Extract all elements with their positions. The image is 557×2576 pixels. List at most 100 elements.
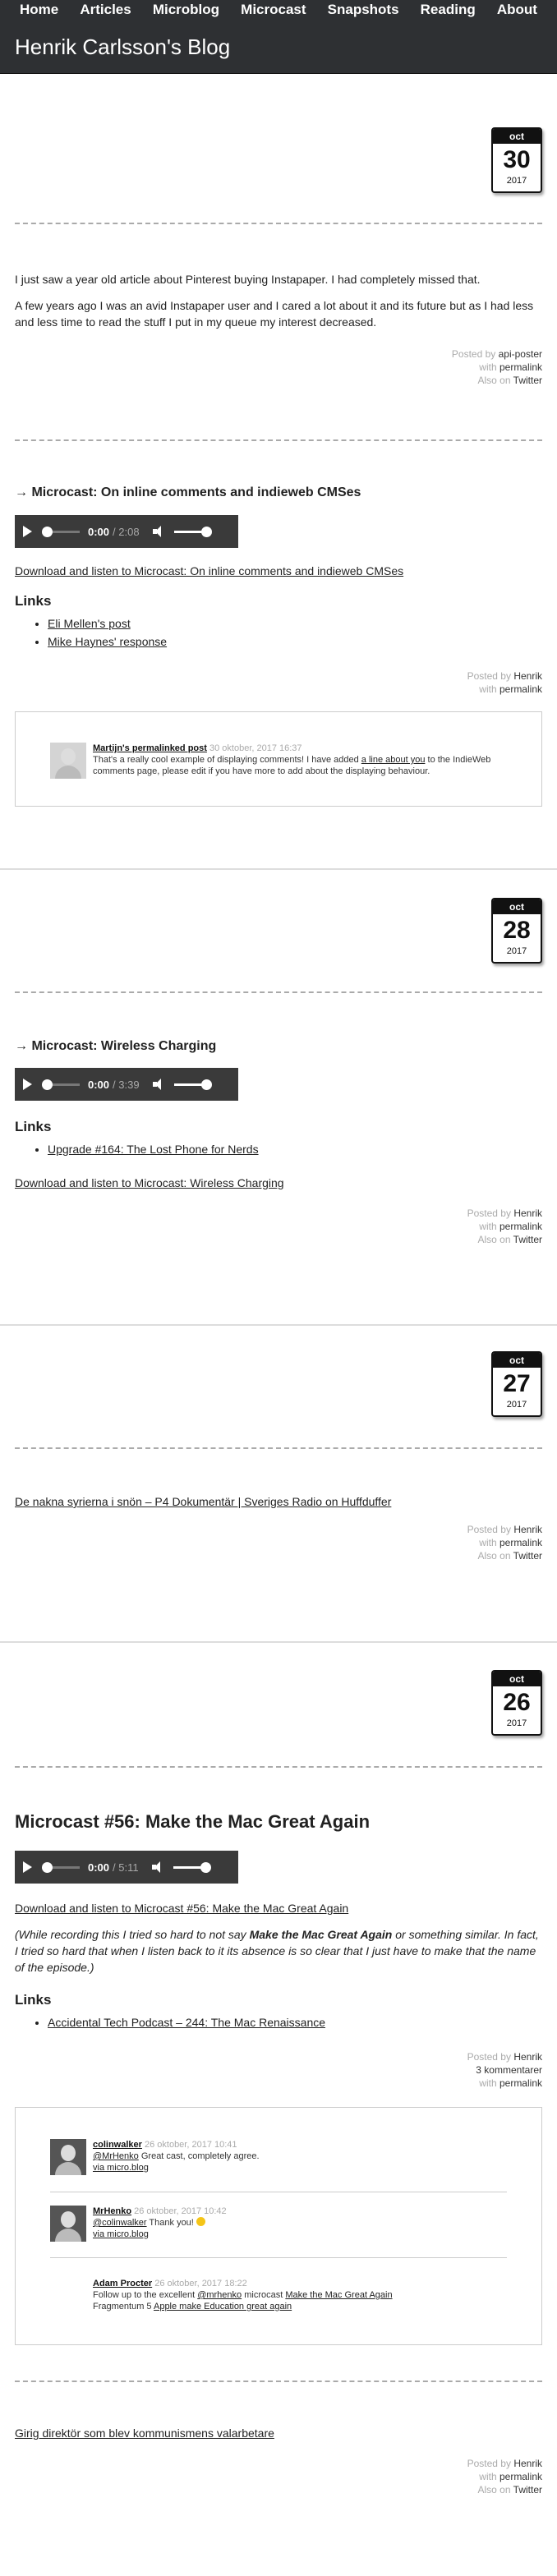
- author-link[interactable]: Henrik: [513, 1208, 542, 1219]
- download-link[interactable]: Download and listen to Microcast: On inl…: [15, 564, 403, 577]
- seek-slider[interactable]: [42, 526, 80, 537]
- post-divider: [15, 2380, 542, 2382]
- with-label: with: [479, 2471, 497, 2482]
- date-year: 2017: [506, 1718, 527, 1728]
- volume-slider[interactable]: [173, 1079, 212, 1090]
- author-link[interactable]: Henrik: [513, 2051, 542, 2063]
- permalink[interactable]: permalink: [499, 361, 542, 373]
- nav-microblog[interactable]: Microblog: [148, 2, 224, 18]
- author-link[interactable]: Henrik: [513, 1524, 542, 1535]
- play-icon[interactable]: [23, 526, 32, 537]
- volume-icon[interactable]: [152, 526, 166, 537]
- author-link[interactable]: Henrik: [513, 670, 542, 682]
- volume-icon[interactable]: [152, 1079, 166, 1090]
- shared-link[interactable]: De nakna syrierna i snön – P4 Dokumentär…: [15, 1495, 391, 1508]
- current-time: 0:00: [88, 1078, 110, 1091]
- date-month: oct: [493, 899, 541, 914]
- seek-handle[interactable]: [42, 1861, 53, 1873]
- volume-handle[interactable]: [200, 526, 212, 537]
- with-label: with: [479, 1537, 497, 1548]
- post-body: Download and listen to Microcast #56: Ma…: [15, 1900, 542, 1985]
- posted-by-label: Posted by: [467, 1524, 511, 1535]
- link-item[interactable]: Eli Mellen's post: [48, 617, 131, 630]
- volume-slider[interactable]: [173, 526, 212, 537]
- comment-time: 26 oktober, 2017 10:41: [144, 2140, 237, 2150]
- post-title[interactable]: → Microcast: Wireless Charging: [15, 1038, 542, 1055]
- link-item[interactable]: Accidental Tech Podcast – 244: The Mac R…: [48, 2016, 325, 2029]
- post-title[interactable]: → Microcast: On inline comments and indi…: [15, 485, 542, 501]
- twitter-link[interactable]: Twitter: [513, 2484, 542, 2496]
- post-divider: [15, 223, 542, 224]
- seek-handle[interactable]: [42, 526, 53, 537]
- date-year: 2017: [506, 946, 527, 956]
- date-year: 2017: [506, 1400, 527, 1410]
- seek-slider[interactable]: [42, 1079, 80, 1090]
- date-month: oct: [493, 129, 541, 144]
- permalink[interactable]: permalink: [499, 683, 542, 695]
- date-year: 2017: [506, 176, 527, 186]
- seek-slider[interactable]: [42, 1861, 80, 1873]
- nav-snapshots[interactable]: Snapshots: [323, 2, 404, 18]
- mention-link[interactable]: @MrHenko: [93, 2151, 139, 2161]
- with-label: with: [479, 361, 497, 373]
- nav-microcast[interactable]: Microcast: [236, 2, 311, 18]
- post-meta: Posted by Henrik with permalink Also on …: [467, 1207, 542, 1246]
- comment-link[interactable]: a line about you: [361, 755, 426, 765]
- play-icon[interactable]: [23, 1861, 32, 1873]
- site-title[interactable]: Henrik Carlsson's Blog: [15, 34, 542, 60]
- episode-link[interactable]: Make the Mac Great Again: [285, 2290, 392, 2300]
- play-icon[interactable]: [23, 1079, 32, 1090]
- post-divider: [15, 991, 542, 993]
- nav-reading[interactable]: Reading: [416, 2, 481, 18]
- post-meta: Posted by Henrik with permalink: [467, 669, 542, 696]
- link-item[interactable]: Mike Haynes' response: [48, 635, 167, 648]
- permalink[interactable]: permalink: [499, 2471, 542, 2482]
- volume-slider[interactable]: [173, 1861, 211, 1873]
- nav-home[interactable]: Home: [15, 2, 63, 18]
- via-link[interactable]: via micro.blog: [93, 2229, 149, 2239]
- nav-about[interactable]: About: [492, 2, 542, 18]
- permalink[interactable]: permalink: [499, 1537, 542, 1548]
- mention-link[interactable]: @colinwalker: [93, 2218, 147, 2228]
- with-label: with: [479, 683, 497, 695]
- post-meta: Posted by Henrik 3 kommentarer with perm…: [467, 2050, 542, 2090]
- comment-author[interactable]: colinwalker: [93, 2140, 142, 2150]
- comment-author[interactable]: Martijn's permalinked post: [93, 743, 207, 753]
- volume-handle[interactable]: [200, 1861, 211, 1873]
- comments-box: colinwalker 26 oktober, 2017 10:41 @MrHe…: [15, 2107, 542, 2345]
- list-item: Mike Haynes' response: [48, 632, 542, 651]
- author-link[interactable]: api-poster: [499, 348, 542, 360]
- nav-articles[interactable]: Articles: [75, 2, 136, 18]
- comment-author[interactable]: MrHenko: [93, 2206, 131, 2216]
- via-link[interactable]: via micro.blog: [93, 2163, 149, 2173]
- main-nav: Home Articles Microblog Microcast Snapsh…: [15, 0, 542, 20]
- volume-handle[interactable]: [200, 1079, 212, 1090]
- date-badge: oct 28 2017: [491, 898, 542, 964]
- shared-link[interactable]: Girig direktör som blev kommunismens val…: [15, 2426, 274, 2440]
- twitter-link[interactable]: Twitter: [513, 1234, 542, 1245]
- comment-author[interactable]: Adam Procter: [93, 2279, 152, 2288]
- fragmentum-link[interactable]: Apple make Education great again: [154, 2302, 292, 2312]
- download-link[interactable]: Download and listen to Microcast: Wirele…: [15, 1176, 284, 1189]
- post-title[interactable]: Microcast #56: Make the Mac Great Again: [15, 1813, 542, 1831]
- comments-count[interactable]: 3 kommentarer: [467, 2063, 542, 2077]
- mention-link[interactable]: @mrhenko: [197, 2290, 242, 2300]
- avatar: [50, 743, 86, 779]
- download-link[interactable]: Download and listen to Microcast #56: Ma…: [15, 1902, 348, 1915]
- post-title-wrap: Microcast #56: Make the Mac Great Again: [15, 1813, 542, 1831]
- volume-icon[interactable]: [151, 1861, 165, 1873]
- link-item[interactable]: Upgrade #164: The Lost Phone for Nerds: [48, 1143, 259, 1156]
- permalink[interactable]: permalink: [499, 1221, 542, 1232]
- links-section: Links Upgrade #164: The Lost Phone for N…: [15, 1119, 542, 1158]
- seek-handle[interactable]: [42, 1079, 53, 1090]
- avatar: [50, 2139, 86, 2175]
- twitter-link[interactable]: Twitter: [513, 375, 542, 386]
- comment-text: @MrHenko Great cast, completely agree.: [93, 2151, 260, 2161]
- twitter-link[interactable]: Twitter: [513, 1550, 542, 1562]
- author-link[interactable]: Henrik: [513, 2458, 542, 2469]
- permalink[interactable]: permalink: [499, 2077, 542, 2089]
- date-badge: oct 30 2017: [491, 127, 542, 193]
- post-note: (While recording this I tried so hard to…: [15, 1928, 539, 1974]
- links-list: Eli Mellen's post Mike Haynes' response: [15, 614, 542, 651]
- date-day: 28: [503, 917, 531, 944]
